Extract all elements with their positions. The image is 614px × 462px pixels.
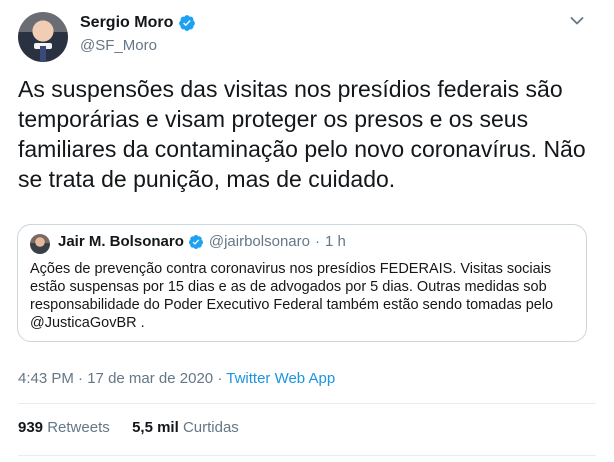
- quoted-author-name[interactable]: Jair M. Bolsonaro: [58, 233, 184, 250]
- quoted-separator: ·: [314, 233, 320, 250]
- tweet-text: As suspensões das visitas nos presídios …: [18, 76, 586, 192]
- avatar[interactable]: [18, 12, 68, 62]
- tweet-card: Sergio Moro @SF_Moro As suspensões das v…: [0, 0, 614, 462]
- retweets-stat[interactable]: 939 Retweets: [18, 419, 114, 436]
- quoted-timestamp[interactable]: 1 h: [325, 233, 346, 250]
- tweet-stats: 939 Retweets 5,5 mil Curtidas: [18, 419, 239, 436]
- avatar-tie: [40, 46, 46, 62]
- author-name[interactable]: Sergio Moro: [80, 14, 173, 32]
- author-name-row: Sergio Moro: [80, 14, 196, 32]
- divider: [18, 455, 596, 456]
- divider: [18, 403, 596, 404]
- quoted-author-handle[interactable]: @jairbolsonaro: [209, 233, 310, 250]
- verified-badge-icon: [188, 234, 203, 249]
- tweet-time[interactable]: 4:43 PM: [18, 370, 74, 387]
- retweets-label: Retweets: [47, 419, 110, 436]
- quoted-avatar[interactable]: [30, 234, 50, 254]
- chevron-down-icon[interactable]: [570, 16, 584, 26]
- meta-separator: ·: [78, 370, 84, 387]
- author-handle[interactable]: @SF_Moro: [80, 37, 157, 54]
- meta-separator: ·: [217, 370, 223, 387]
- likes-label: Curtidas: [182, 419, 239, 436]
- quoted-header: Jair M. Bolsonaro @jairbolsonaro · 1 h: [58, 233, 346, 250]
- verified-badge-icon: [179, 15, 196, 31]
- likes-stat[interactable]: 5,5 mil Curtidas: [132, 419, 239, 436]
- quoted-tweet[interactable]: Jair M. Bolsonaro @jairbolsonaro · 1 h A…: [17, 224, 587, 342]
- tweet-source-app[interactable]: Twitter Web App: [226, 370, 335, 387]
- retweets-count: 939: [18, 419, 44, 436]
- quoted-text: Ações de prevenção contra coronavirus no…: [30, 261, 554, 331]
- likes-count: 5,5 mil: [132, 419, 179, 436]
- tweet-date[interactable]: 17 de mar de 2020: [87, 370, 213, 387]
- tweet-meta: 4:43 PM · 17 de mar de 2020 · Twitter We…: [18, 370, 335, 387]
